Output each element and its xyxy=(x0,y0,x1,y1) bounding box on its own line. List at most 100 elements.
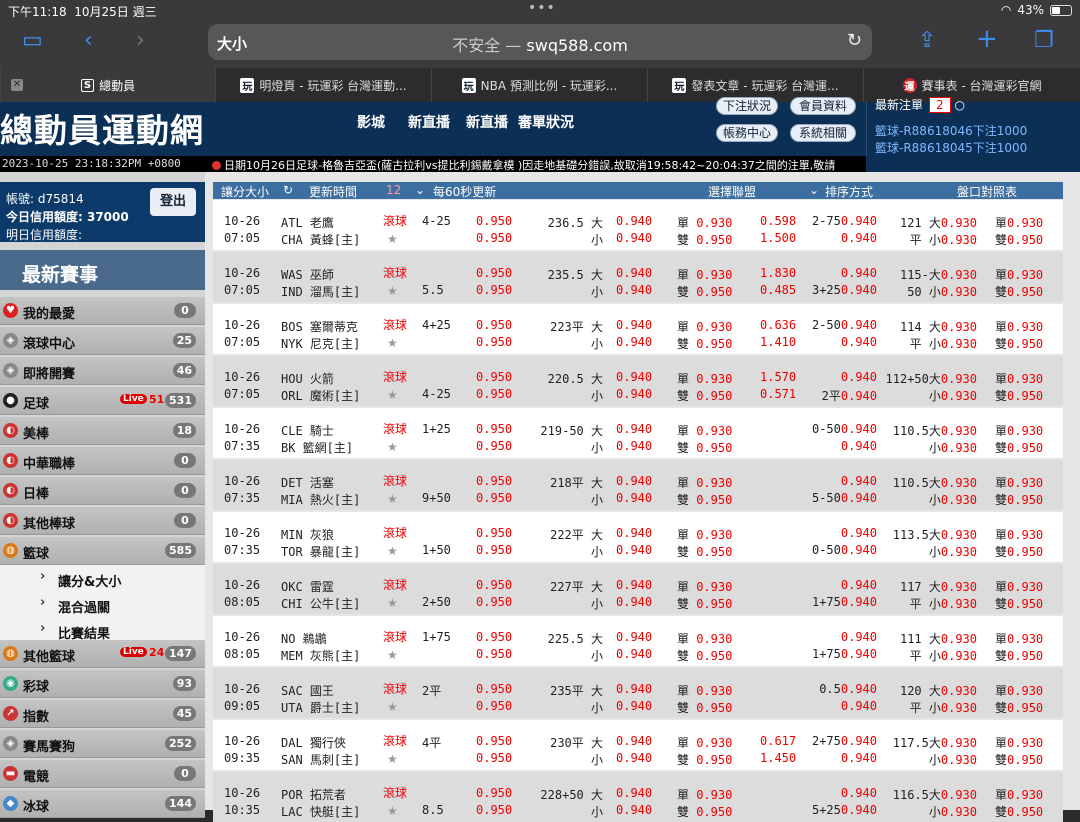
handicap-odds[interactable]: 0.950 xyxy=(476,422,512,436)
handicap-odds[interactable]: 0.950 xyxy=(476,630,512,644)
handicap-odds[interactable]: 0.950 xyxy=(476,543,512,557)
half-ou[interactable]: 小0.930 xyxy=(929,439,977,456)
ou-odds[interactable]: 0.940 xyxy=(616,231,652,245)
moneyline-odds[interactable]: 0.571 xyxy=(760,387,796,401)
sidebar-item[interactable]: ◐ 其他棒球 0 xyxy=(0,507,205,535)
ou-odds[interactable]: 0.940 xyxy=(616,439,652,453)
favorite-star-icon[interactable]: ★ xyxy=(387,388,398,402)
ou-odds[interactable]: 0.940 xyxy=(616,682,652,696)
sidebar-item[interactable]: ▬ 電競 0 xyxy=(0,760,205,788)
ou-under[interactable]: 小 xyxy=(591,335,603,352)
header-select-league[interactable]: 選擇聯盟 xyxy=(708,183,756,200)
half-handicap[interactable]: 0.940 xyxy=(841,578,877,592)
half-ou[interactable]: 平 小0.930 xyxy=(910,335,977,352)
half-handicap[interactable]: 5+250.940 xyxy=(812,803,877,817)
favorite-star-icon[interactable]: ★ xyxy=(387,700,398,714)
half-ou[interactable]: 112+50大0.930 xyxy=(886,370,977,387)
handicap-odds[interactable]: 0.950 xyxy=(476,786,512,800)
ou-odds[interactable]: 0.940 xyxy=(616,699,652,713)
odd-even-odds[interactable]: 單 0.930 xyxy=(677,786,732,803)
ou-line[interactable]: 230平 大 xyxy=(550,734,603,751)
handicap-odds[interactable]: 0.950 xyxy=(476,526,512,540)
odd-even-odds[interactable]: 單 0.930 xyxy=(677,422,732,439)
odd-even-odds[interactable]: 雙 0.950 xyxy=(677,387,732,404)
half-ou[interactable]: 114 大0.930 xyxy=(900,318,977,335)
half-ou[interactable]: 117.5大0.930 xyxy=(893,734,977,751)
odd-even-odds[interactable]: 雙 0.950 xyxy=(677,699,732,716)
member-info-button[interactable]: 會員資料 xyxy=(790,97,856,115)
sidebar-item[interactable]: ◍ 其他籃球 Live 24 147 xyxy=(0,640,205,668)
url-text[interactable]: 不安全 — swq588.com xyxy=(208,32,872,56)
sidebar-subitem[interactable]: › 讓分&大小 xyxy=(0,565,205,591)
ou-odds[interactable]: 0.940 xyxy=(616,595,652,609)
moneyline-odds[interactable]: 0.598 xyxy=(760,214,796,228)
moneyline-odds[interactable]: 1.500 xyxy=(760,231,796,245)
half-ou[interactable]: 平 小0.930 xyxy=(910,699,977,716)
favorite-star-icon[interactable]: ★ xyxy=(387,804,398,818)
ou-under[interactable]: 小 xyxy=(591,439,603,456)
ou-line[interactable]: 228+50 大 xyxy=(540,786,603,803)
ou-odds[interactable]: 0.940 xyxy=(616,474,652,488)
handicap-odds[interactable]: 0.950 xyxy=(476,751,512,765)
header-line-table[interactable]: 盤口對照表 xyxy=(957,183,1017,200)
half-handicap[interactable]: 0.940 xyxy=(841,231,877,245)
half-handicap[interactable]: 0.940 xyxy=(841,474,877,488)
half-ou[interactable]: 50 小0.930 xyxy=(907,283,977,300)
ou-odds[interactable]: 0.940 xyxy=(616,526,652,540)
ou-under[interactable]: 小 xyxy=(591,283,603,300)
moneyline-odds[interactable]: 1.450 xyxy=(760,751,796,765)
ou-odds[interactable]: 0.940 xyxy=(616,803,652,817)
ou-line[interactable]: 236.5 大 xyxy=(548,214,603,231)
ou-odds[interactable]: 0.940 xyxy=(616,283,652,297)
odd-even-odds[interactable]: 單 0.930 xyxy=(677,682,732,699)
half-handicap[interactable]: 0.940 xyxy=(841,699,877,713)
system-button[interactable]: 系統相關 xyxy=(790,124,856,142)
sidebar-item[interactable]: ◈ 滾球中心 25 xyxy=(0,327,205,355)
recent-bet-item[interactable]: 籃球-R88618045下注1000 xyxy=(875,139,1027,156)
half-handicap[interactable]: 2-750.940 xyxy=(812,214,877,228)
moneyline-odds[interactable]: 0.636 xyxy=(760,318,796,332)
odd-even-odds[interactable]: 單 0.930 xyxy=(677,474,732,491)
sidebar-item[interactable]: ◍ 籃球 585 xyxy=(0,537,205,565)
odd-even-odds[interactable]: 雙 0.950 xyxy=(677,543,732,560)
account-center-button[interactable]: 帳務中心 xyxy=(716,124,778,142)
handicap-odds[interactable]: 0.950 xyxy=(476,214,512,228)
favorite-star-icon[interactable]: ★ xyxy=(387,232,398,246)
ou-odds[interactable]: 0.940 xyxy=(616,751,652,765)
handicap-odds[interactable]: 0.950 xyxy=(476,283,512,297)
nav-live-1[interactable]: 新直播 xyxy=(408,112,450,132)
half-handicap[interactable]: 1+750.940 xyxy=(812,647,877,661)
ou-odds[interactable]: 0.940 xyxy=(616,491,652,505)
sidebar-item[interactable]: ● 足球 Live 51 531 xyxy=(0,387,205,415)
ou-under[interactable]: 小 xyxy=(591,751,603,768)
tab-nba-predict[interactable]: 玩 NBA 預測比例 - 玩運彩... xyxy=(431,68,647,102)
half-ou[interactable]: 小0.930 xyxy=(929,751,977,768)
moneyline-odds[interactable]: 1.830 xyxy=(760,266,796,280)
ou-line[interactable]: 220.5 大 xyxy=(548,370,603,387)
odd-even-odds[interactable]: 雙 0.950 xyxy=(677,751,732,768)
odd-even-odds[interactable]: 單 0.930 xyxy=(677,630,732,647)
bet-status-button[interactable]: 下注狀況 xyxy=(716,97,778,115)
nav-review-status[interactable]: 審單狀況 xyxy=(518,112,574,132)
header-handicap-ou[interactable]: 讓分大小 xyxy=(221,183,269,200)
new-tab-icon[interactable]: + xyxy=(976,24,998,54)
ou-line[interactable]: 218平 大 xyxy=(550,474,603,491)
handicap-odds[interactable]: 0.950 xyxy=(476,734,512,748)
ou-odds[interactable]: 0.940 xyxy=(616,370,652,384)
nav-cinema[interactable]: 影城 xyxy=(357,112,385,132)
ou-odds[interactable]: 0.940 xyxy=(616,786,652,800)
odd-even-odds[interactable]: 單 0.930 xyxy=(677,214,732,231)
half-handicap[interactable]: 0.940 xyxy=(841,786,877,800)
handicap-odds[interactable]: 0.950 xyxy=(476,699,512,713)
half-ou[interactable]: 小0.930 xyxy=(929,543,977,560)
sidebar-item[interactable]: ♥ 我的最愛 0 xyxy=(0,297,205,325)
half-handicap[interactable]: 0.940 xyxy=(841,266,877,280)
refresh-dropdown-icon[interactable]: ⌄ xyxy=(415,183,425,197)
reload-icon[interactable]: ↻ xyxy=(847,30,862,51)
half-ou[interactable]: 115-大0.930 xyxy=(900,266,977,283)
ou-odds[interactable]: 0.940 xyxy=(616,578,652,592)
handicap-odds[interactable]: 0.950 xyxy=(476,387,512,401)
favorite-star-icon[interactable]: ★ xyxy=(387,284,398,298)
ou-under[interactable]: 小 xyxy=(591,699,603,716)
half-handicap[interactable]: 0-500.940 xyxy=(812,543,877,557)
